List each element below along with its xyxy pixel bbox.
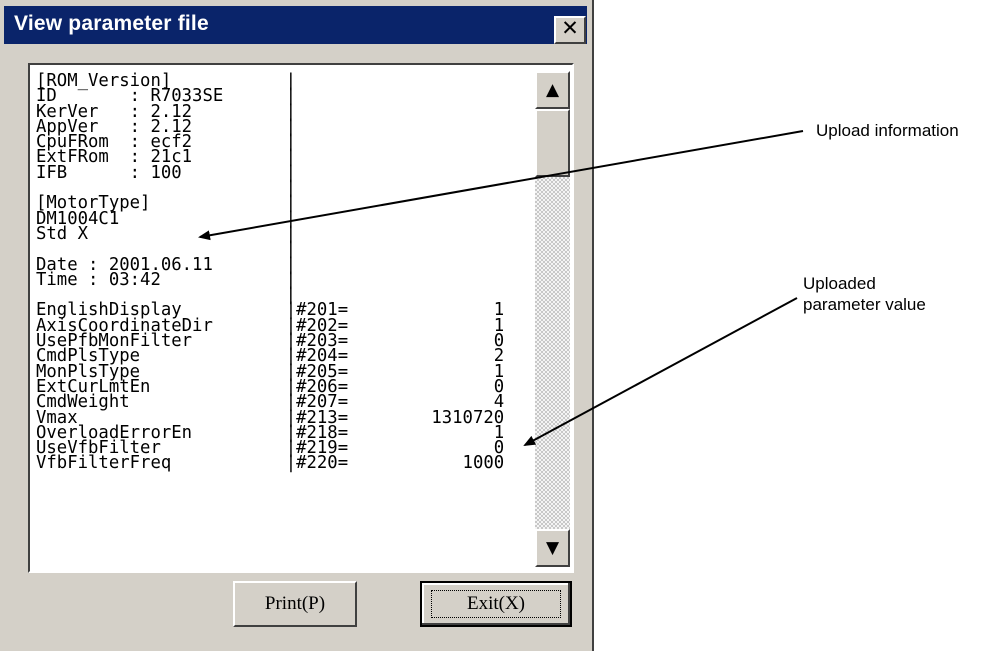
callout-param-line1: Uploaded xyxy=(803,274,876,293)
callout-param-line2: parameter value xyxy=(803,295,926,314)
annotation-arrows xyxy=(198,130,804,446)
callout-uploaded-parameter-value: Uploaded parameter value xyxy=(803,273,926,315)
upload-info-arrow xyxy=(198,130,804,241)
callout-upload-information: Upload information xyxy=(816,121,959,140)
param-value-arrow xyxy=(523,297,798,446)
